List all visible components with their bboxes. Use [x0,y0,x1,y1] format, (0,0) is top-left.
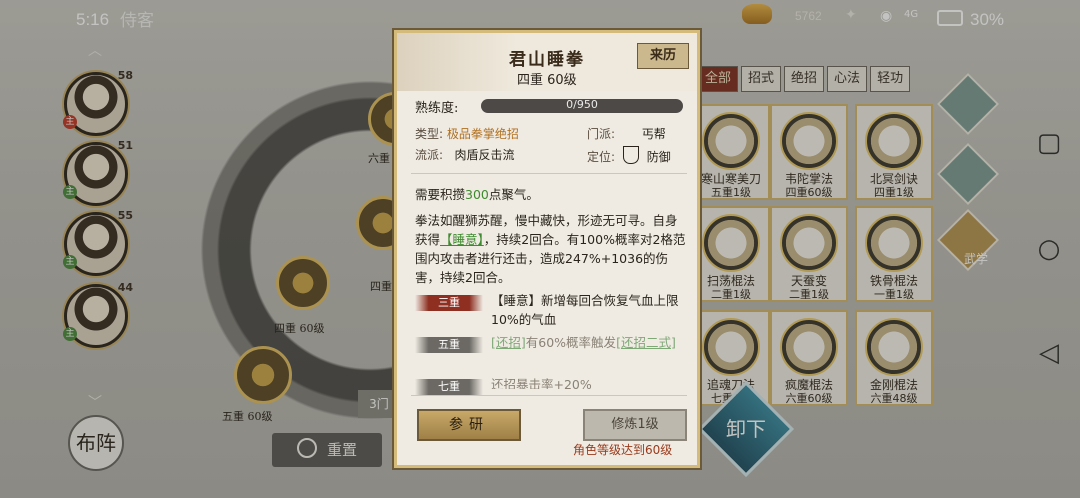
position-label: 定位: [587,150,616,164]
shield-icon [622,146,639,164]
tier-badge: 三重 [415,295,483,311]
tier-badge-locked: 五重 [415,337,483,353]
skill-title: 君山睡拳 [509,50,585,70]
position-row: 定位: 防御 [587,146,671,165]
skill-rank: 四重 60级 [517,73,577,88]
style-value: 肉盾反击流 [454,148,515,162]
tier3-effect: 【睡意】新增每回合恢复气血上限10%的气血 [491,293,679,327]
level-requirement: 角色等级达到60级 [573,443,673,457]
tier7-effect: 还招暴击率+20% [491,377,592,389]
counter2-link[interactable]: [还招二式] [616,335,676,350]
sleepy-status-link[interactable]: 【睡意】 [440,232,484,247]
type-value: 极品拳掌绝招 [446,127,519,141]
energy-pre: 需要积攒 [415,187,466,202]
train-button[interactable]: 修炼1级 [583,409,687,441]
style-row: 流派: 肉盾反击流 [415,146,515,163]
tier5-mid: 有60%概率触发 [525,335,617,350]
energy-requirement: 需要积攒300点聚气。 [415,185,687,204]
position-value: 防御 [646,150,671,164]
proficiency-label: 熟练度: [415,101,459,116]
type-row: 类型: 极品拳掌绝招 [415,125,519,142]
origin-button[interactable]: 来历 [637,43,689,69]
tier-badge-locked: 七重 [415,379,483,395]
school-label: 门派: [587,127,616,141]
divider [411,173,687,174]
style-label: 流派: [415,148,444,162]
type-label: 类型: [415,127,444,141]
school-row: 门派: 丐帮 [587,125,666,142]
tier5-effect: [还招]有60%概率触发[还招二式] [491,333,687,352]
school-value: 丐帮 [641,127,666,141]
counter-link[interactable]: [还招] [491,335,526,350]
energy-post: 点聚气。 [488,187,539,202]
energy-num: 300 [465,187,489,202]
skill-description: 拳法如醒狮苏醒，慢中藏快，形迹无可寻。自身获得【睡意】，持续2回合。有100%概… [415,211,687,287]
study-button[interactable]: 参研 [417,409,521,441]
divider [411,395,687,396]
proficiency-value: 0/950 [566,98,598,111]
skill-detail-popup: 君山睡拳 四重 60级 来历 熟练度: 0/950 类型: 极品拳掌绝招 门派:… [394,30,700,468]
